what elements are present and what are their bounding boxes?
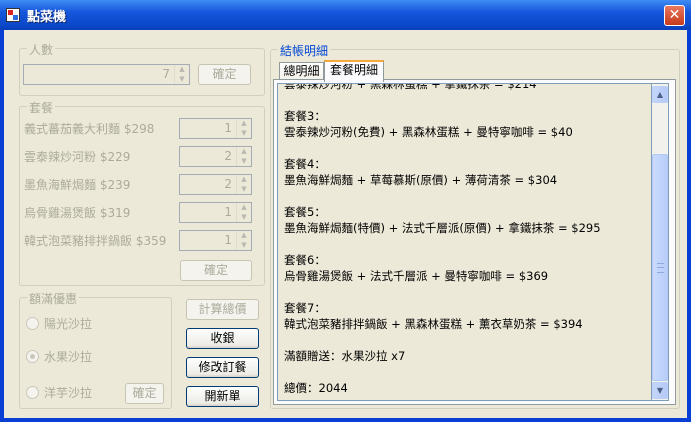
bill-blank-line	[284, 140, 601, 156]
set-item-qty-input[interactable]: 1 ▲ ▼	[179, 118, 252, 139]
tab-set-details[interactable]: 套餐明細	[324, 60, 384, 82]
modify-order-button[interactable]: 修改訂餐	[186, 357, 259, 378]
set-item-qty-value: 1	[224, 121, 232, 135]
bill-line: 套餐4：	[284, 157, 326, 171]
bill-line: 烏骨雞湯煲飯 + 法式千層派 + 曼特寧咖啡 = $369	[284, 269, 549, 283]
set-item-qty-value: 2	[224, 177, 232, 191]
set-item-label: 烏骨雞湯煲飯 $319	[24, 206, 131, 220]
title-bar[interactable]: 點菜機 ✕	[0, 0, 691, 30]
set-item-qty-spinner[interactable]: ▲ ▼	[236, 147, 251, 166]
bill-line: 總價：2044	[284, 381, 348, 395]
spin-up-icon[interactable]: ▲	[175, 65, 189, 75]
set-item-qty-input[interactable]: 2 ▲ ▼	[179, 174, 252, 195]
set-item-qty-input[interactable]: 1 ▲ ▼	[179, 230, 252, 251]
sets-legend: 套餐	[27, 99, 56, 116]
bill-line: 墨魚海鮮焗麵 + 草莓慕斯(原價) + 薄荷清茶 = $304	[284, 173, 558, 187]
people-count-value: 7	[162, 67, 170, 81]
bill-blank-line	[284, 284, 601, 300]
promo-radio[interactable]	[26, 350, 39, 363]
promo-radio-label[interactable]: 水果沙拉	[44, 348, 92, 365]
set-item-qty-input[interactable]: 1 ▲ ▼	[179, 202, 252, 223]
spin-up-icon[interactable]: ▲	[237, 119, 251, 129]
bill-line: 套餐3：	[284, 109, 326, 123]
app-icon	[6, 8, 20, 22]
scroll-thumb[interactable]	[652, 154, 668, 381]
spin-up-icon[interactable]: ▲	[237, 231, 251, 241]
set-item-qty-spinner[interactable]: ▲ ▼	[236, 175, 251, 194]
people-confirm-button[interactable]: 確定	[198, 64, 251, 85]
bill-line: 雲泰辣炒河粉 + 黑森林蛋糕 + 拿鐵抹茶 = $214	[284, 83, 537, 91]
bill-blank-line	[284, 188, 601, 204]
spin-down-icon[interactable]: ▼	[237, 129, 251, 139]
promo-radio-label[interactable]: 洋芋沙拉	[44, 384, 92, 401]
bill-scrollbar[interactable]: ▲ ▼	[652, 83, 669, 401]
bill-line: 雲泰辣炒河粉(免費) + 黑森林蛋糕 + 曼特寧咖啡 = $40	[284, 125, 573, 139]
new-order-button[interactable]: 開新單	[186, 386, 259, 407]
bill-text: 雲泰辣炒河粉 + 黑森林蛋糕 + 拿鐵抹茶 = $214 套餐3： 雲泰辣炒河粉(免…	[284, 83, 601, 396]
set-item-qty-value: 1	[224, 233, 232, 247]
scroll-down-arrow-icon: ▼	[656, 386, 664, 395]
set-item-label: 墨魚海鮮焗麵 $239	[24, 178, 131, 192]
scroll-down-button[interactable]: ▼	[652, 382, 668, 399]
promo-legend: 額滿優惠	[27, 290, 80, 307]
spin-up-icon[interactable]: ▲	[237, 147, 251, 157]
people-count-spinner[interactable]: ▲ ▼	[174, 65, 189, 84]
window-title: 點菜機	[27, 10, 67, 25]
app-window: 點菜機 ✕ 人數 7 ▲ ▼ 確定 套餐 確定 額滿優惠 確定 計算總價 收銀	[0, 0, 691, 422]
bill-line: 套餐5：	[284, 205, 326, 219]
bill-line: 套餐6：	[284, 253, 326, 267]
promo-confirm-button[interactable]: 確定	[125, 383, 164, 404]
set-item-label: 義式蕃茄義大利麵 $298	[24, 122, 155, 136]
set-item-qty-value: 1	[224, 205, 232, 219]
set-item-qty-spinner[interactable]: ▲ ▼	[236, 203, 251, 222]
bill-blank-line	[284, 92, 601, 108]
bill-line: 套餐7：	[284, 301, 326, 315]
bill-line: 墨魚海鮮焗麵(特價) + 法式千層派(原價) + 拿鐵抹茶 = $295	[284, 221, 601, 235]
people-legend: 人數	[27, 41, 56, 58]
scroll-up-arrow-icon: ▲	[656, 90, 664, 99]
close-button[interactable]: ✕	[664, 5, 685, 26]
calculate-total-button[interactable]: 計算總價	[186, 299, 259, 320]
bill-legend: 結帳明細	[278, 42, 331, 59]
sets-confirm-button[interactable]: 確定	[180, 260, 252, 281]
set-item-qty-value: 2	[224, 149, 232, 163]
set-item-label: 韓式泡菜豬排拌鍋飯 $359	[24, 234, 167, 248]
promo-radio[interactable]	[26, 317, 39, 330]
bill-blank-line	[284, 332, 601, 348]
spin-up-icon[interactable]: ▲	[237, 175, 251, 185]
set-item-qty-spinner[interactable]: ▲ ▼	[236, 231, 251, 250]
set-item-qty-input[interactable]: 2 ▲ ▼	[179, 146, 252, 167]
bill-blank-line	[284, 364, 601, 380]
scroll-up-button[interactable]: ▲	[652, 86, 668, 103]
checkout-button[interactable]: 收銀	[186, 328, 259, 349]
people-count-input[interactable]: 7 ▲ ▼	[23, 64, 190, 85]
spin-down-icon[interactable]: ▼	[237, 213, 251, 223]
spin-down-icon[interactable]: ▼	[237, 157, 251, 167]
set-item-label: 雲泰辣炒河粉 $229	[24, 150, 131, 164]
promo-radio-label[interactable]: 陽光沙拉	[44, 315, 92, 332]
bill-textbox[interactable]: 雲泰辣炒河粉 + 黑森林蛋糕 + 拿鐵抹茶 = $214 套餐3： 雲泰辣炒河粉(免…	[277, 83, 652, 401]
bill-line: 韓式泡菜豬排拌鍋飯 + 黑森林蛋糕 + 薰衣草奶茶 = $394	[284, 317, 583, 331]
set-item-qty-spinner[interactable]: ▲ ▼	[236, 119, 251, 138]
bill-line: 滿額贈送：水果沙拉 x7	[284, 349, 406, 363]
bill-blank-line	[284, 236, 601, 252]
spin-down-icon[interactable]: ▼	[237, 185, 251, 195]
spin-down-icon[interactable]: ▼	[175, 75, 189, 85]
spin-up-icon[interactable]: ▲	[237, 203, 251, 213]
spin-down-icon[interactable]: ▼	[237, 241, 251, 251]
scroll-grip-icon	[657, 263, 664, 273]
promo-radio[interactable]	[26, 386, 39, 399]
